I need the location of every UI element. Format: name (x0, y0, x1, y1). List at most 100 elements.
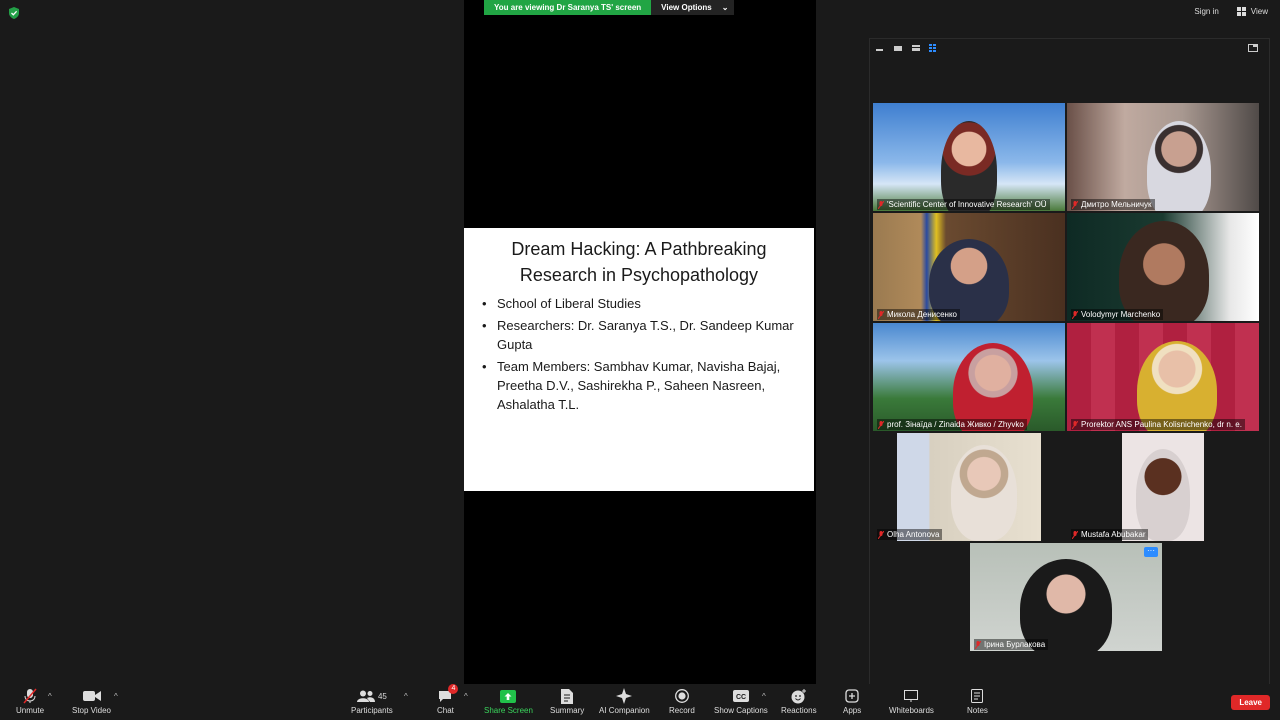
slide-bullet: Team Members: Sambhav Kumar, Navisha Baj… (482, 357, 796, 414)
ai-companion-button[interactable]: AI Companion (599, 686, 650, 715)
muted-mic-icon (878, 200, 884, 209)
view-options-label: View Options (661, 3, 712, 12)
participant-name: Volodymyr Marchenko (1071, 309, 1164, 320)
participants-label: Participants (351, 706, 393, 715)
slide-title: Dream Hacking: A Pathbreaking Research i… (511, 239, 767, 285)
leave-button[interactable]: Leave (1231, 695, 1270, 710)
apps-label: Apps (843, 706, 862, 715)
participant-face (951, 445, 1017, 541)
participant-name: Микола Денисенко (877, 309, 960, 320)
participant-video (1147, 121, 1211, 211)
participant-video (1119, 221, 1209, 321)
view-button[interactable]: View (1236, 7, 1268, 16)
summary-button[interactable]: Summary (550, 686, 584, 715)
speaker-view-icon[interactable] (893, 44, 903, 52)
chevron-down-icon: ⌄ (721, 3, 729, 12)
audio-options-caret[interactable]: ^ (48, 692, 52, 701)
sign-in-link[interactable]: Sign in (1194, 7, 1218, 16)
apps-button[interactable]: Apps (843, 686, 861, 715)
reactions-button[interactable]: Reactions (781, 686, 817, 715)
participant-face (1136, 449, 1190, 541)
slide-bullet-list: School of Liberal Studies Researchers: D… (464, 294, 814, 414)
muted-mic-icon (1072, 420, 1078, 429)
gallery-grid-icon[interactable] (929, 44, 939, 52)
participant-tile[interactable]: Mustafa Abubakar (1067, 433, 1259, 541)
ai-companion-label: AI Companion (599, 706, 650, 715)
slide-bullet: Researchers: Dr. Saranya T.S., Dr. Sande… (482, 316, 796, 354)
participant-tile[interactable]: Volodymyr Marchenko (1067, 213, 1259, 321)
svg-text:CC: CC (736, 694, 746, 701)
show-captions-button[interactable]: CC Show Captions (714, 686, 768, 715)
video-options-caret[interactable]: ^ (114, 692, 118, 701)
screen-share-banner: You are viewing Dr Saranya TS' screen Vi… (484, 0, 735, 15)
view-options-button[interactable]: View Options ⌄ (651, 0, 735, 15)
notes-button[interactable]: Notes (967, 686, 988, 715)
participant-tile[interactable]: Prorektor ANS Paulina Kolisnichenko, dr … (1067, 323, 1259, 431)
share-screen-label: Share Screen (484, 706, 533, 715)
participant-tile[interactable]: 'Scientific Center of Innovative Researc… (873, 103, 1065, 211)
participant-tile[interactable]: ··· Ірина Бурлакова (970, 543, 1162, 651)
show-captions-label: Show Captions (714, 706, 768, 715)
participant-tile[interactable]: Микола Денисенко (873, 213, 1065, 321)
participant-name: Mustafa Abubakar (1071, 529, 1149, 540)
whiteboard-icon (904, 690, 919, 702)
whiteboards-label: Whiteboards (889, 706, 934, 715)
strip-view-icon[interactable] (911, 44, 921, 52)
participant-video (1122, 433, 1204, 541)
participant-name: Ірина Бурлакова (974, 639, 1049, 650)
muted-mic-icon (23, 688, 37, 704)
muted-mic-icon (878, 530, 884, 539)
participants-button[interactable]: 45 Participants (351, 686, 393, 715)
participant-video (953, 343, 1033, 431)
top-right-controls: Sign in View (1194, 7, 1268, 16)
record-button[interactable]: Record (669, 686, 695, 715)
muted-mic-icon (1072, 310, 1078, 319)
chat-badge: 4 (448, 684, 459, 694)
participant-name: 'Scientific Center of Innovative Researc… (877, 199, 1050, 210)
record-label: Record (669, 706, 695, 715)
participant-tile[interactable]: Olha Antonova (873, 433, 1065, 541)
participants-icon (356, 690, 375, 702)
stop-video-button[interactable]: Stop Video (72, 686, 111, 715)
muted-mic-icon (975, 640, 981, 649)
view-grid-icon (1236, 7, 1246, 16)
share-screen-icon (500, 689, 517, 703)
chat-caret[interactable]: ^ (464, 692, 468, 701)
notes-icon (971, 689, 984, 703)
pop-out-icon[interactable] (1248, 43, 1258, 52)
captions-caret[interactable]: ^ (762, 692, 766, 701)
participant-tile[interactable]: prof. Зінаїда / Zinaida Живко / Zhyvko (873, 323, 1065, 431)
summary-document-icon (561, 688, 574, 704)
participants-count: 45 (377, 691, 387, 701)
reactions-label: Reactions (781, 706, 817, 715)
participant-video (897, 433, 1041, 541)
muted-mic-icon (878, 420, 884, 429)
muted-mic-icon (878, 310, 884, 319)
apps-icon (845, 689, 859, 703)
reaction-smiley-icon (791, 688, 806, 703)
muted-mic-icon (1072, 200, 1078, 209)
video-camera-icon (82, 691, 101, 701)
participant-name: Olha Antonova (877, 529, 943, 540)
sparkle-icon (616, 688, 633, 704)
participant-tile[interactable]: Дмитро Мельничук (1067, 103, 1259, 211)
stop-video-label: Stop Video (72, 706, 111, 715)
security-shield-icon[interactable] (8, 7, 20, 19)
view-label: View (1250, 7, 1268, 16)
chat-button[interactable]: 4 Chat (437, 684, 459, 715)
notes-label: Notes (967, 706, 988, 715)
unmute-label: Unmute (16, 706, 45, 715)
share-screen-button[interactable]: Share Screen (484, 686, 533, 715)
unmute-button[interactable]: Unmute (16, 686, 44, 715)
minimize-icon[interactable] (875, 44, 885, 52)
more-options-icon[interactable]: ··· (1144, 547, 1158, 557)
meeting-toolbar: Unmute ^ Stop Video ^ 45 Participants ^ … (0, 684, 1280, 720)
participant-name: Дмитро Мельничук (1071, 199, 1155, 210)
chat-label: Chat (437, 706, 454, 715)
participants-caret[interactable]: ^ (404, 692, 408, 701)
summary-label: Summary (550, 706, 585, 715)
record-icon (674, 689, 689, 703)
whiteboards-button[interactable]: Whiteboards (889, 686, 934, 715)
slide-bullet: School of Liberal Studies (482, 294, 796, 313)
participant-video (941, 121, 997, 211)
